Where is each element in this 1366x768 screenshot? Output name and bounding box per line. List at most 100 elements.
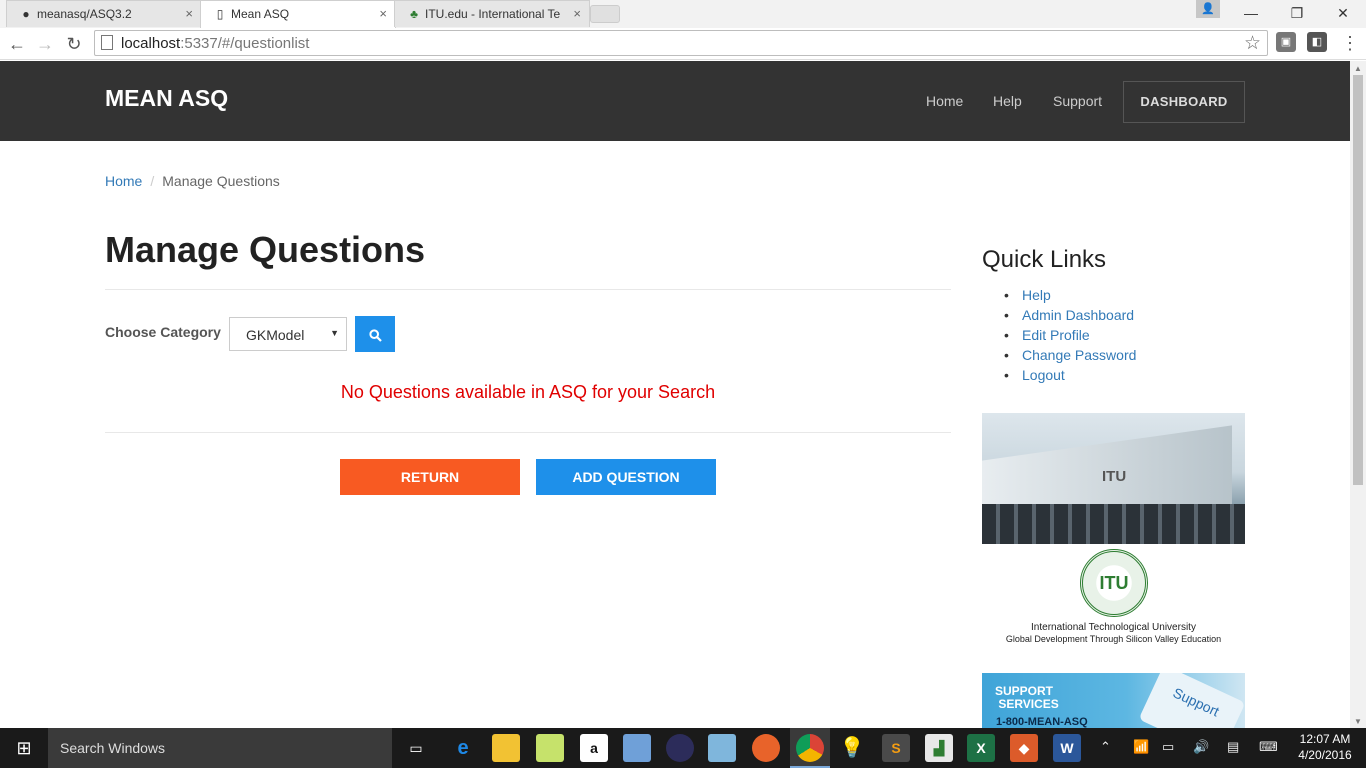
quick-links-title: Quick Links — [982, 246, 1107, 273]
return-button[interactable]: RETURN — [340, 459, 520, 495]
forward-arrow-icon[interactable]: → — [34, 33, 56, 55]
dashboard-button[interactable]: DASHBOARD — [1123, 81, 1245, 123]
support-title: SUPPORT SERVICES — [995, 684, 1059, 711]
extension-icon[interactable]: ▣ — [1276, 32, 1296, 52]
page-icon — [101, 35, 113, 50]
windows-start-icon[interactable]: ⊞ — [0, 728, 48, 768]
edge-browser-icon[interactable]: e — [449, 734, 477, 762]
caret-down-icon: ▼ — [330, 328, 339, 338]
taskbar-clock[interactable]: 12:07 AM 4/20/2016 — [1290, 731, 1360, 763]
tab-title: meanasq/ASQ3.2 — [37, 7, 132, 21]
nav-link-help[interactable]: Help — [993, 93, 1022, 109]
show-hidden-icons-chevron-icon[interactable]: ⌃ — [1100, 739, 1111, 755]
breadcrumb-current: Manage Questions — [162, 173, 280, 189]
keyboard-icon[interactable]: ⌨ — [1259, 739, 1278, 755]
category-label: Choose Category — [105, 324, 221, 340]
divider — [105, 289, 951, 290]
scrollbar-thumb[interactable] — [1353, 75, 1363, 485]
support-key-image: Support — [1138, 673, 1245, 728]
tab-close-icon[interactable]: × — [379, 6, 387, 21]
category-selected-value: GKModel — [246, 327, 305, 343]
lightbulb-icon[interactable]: 💡 — [838, 734, 866, 762]
breadcrumb-separator: / — [150, 173, 155, 189]
windows-taskbar: ⊞ Search Windows ▭ e a 💡 S ▟ X ◆ W ⌃ 📶 ▭… — [0, 728, 1366, 768]
word-icon[interactable]: W — [1053, 734, 1081, 762]
github-icon: ● — [22, 7, 30, 21]
nav-link-home[interactable]: Home — [926, 93, 963, 109]
notifications-icon[interactable]: ▤ — [1227, 739, 1239, 755]
category-select[interactable]: GKModel ▼ — [229, 317, 347, 351]
tab-close-icon[interactable]: × — [185, 6, 193, 21]
firefox-icon[interactable] — [752, 734, 780, 762]
clock-time: 12:07 AM — [1299, 732, 1351, 746]
breadcrumb: Home / Manage Questions — [105, 173, 280, 189]
browser-tab-strip: ● meanasq/ASQ3.2 × ▯ Mean ASQ × ♣ ITU.ed… — [0, 0, 1366, 28]
notepad-icon[interactable] — [708, 734, 736, 762]
university-name: International Technological University — [1031, 622, 1196, 633]
building-windows — [982, 504, 1245, 544]
tab-meanasq-github[interactable]: ● meanasq/ASQ3.2 × — [6, 0, 202, 27]
bookmark-star-icon[interactable]: ☆ — [1244, 32, 1261, 55]
sublime-text-icon[interactable]: S — [882, 734, 910, 762]
support-phone: 1-800-MEAN-ASQ — [996, 716, 1088, 728]
nav-link-support[interactable]: Support — [1053, 93, 1102, 109]
quick-links-list: Help Admin Dashboard Edit Profile Change… — [1004, 285, 1136, 385]
volume-icon[interactable]: 🔊 — [1193, 739, 1209, 755]
maps-app-icon[interactable] — [536, 734, 564, 762]
tab-close-icon[interactable]: × — [573, 6, 581, 21]
quick-link-change-password[interactable]: Change Password — [1004, 345, 1136, 365]
excel-icon[interactable]: X — [967, 734, 995, 762]
quick-link-edit-profile[interactable]: Edit Profile — [1004, 325, 1136, 345]
reload-icon[interactable]: ↻ — [63, 33, 85, 55]
chrome-icon[interactable] — [796, 734, 824, 762]
brand-logo[interactable]: MEAN ASQ — [105, 85, 228, 112]
quick-link-admin-dashboard[interactable]: Admin Dashboard — [1004, 305, 1136, 325]
divider — [105, 432, 951, 433]
paint-icon[interactable] — [623, 734, 651, 762]
address-bar[interactable]: localhost:5337/#/questionlist ☆ — [94, 30, 1268, 56]
page-content: Home / Manage Questions Manage Questions C… — [0, 141, 1350, 728]
building-sign: ITU — [1102, 468, 1127, 485]
no-questions-message: No Questions available in ASQ for your S… — [340, 382, 716, 402]
itu-logo: ITU International Technological Universi… — [982, 544, 1245, 656]
url-text: localhost:5337/#/questionlist — [121, 35, 310, 52]
chrome-menu-icon[interactable]: ⋮ — [1340, 32, 1360, 54]
quick-link-logout[interactable]: Logout — [1004, 365, 1136, 385]
itu-favicon-icon: ♣ — [410, 7, 418, 21]
tab-title: Mean ASQ — [231, 7, 290, 21]
extension-icon[interactable]: ◧ — [1307, 32, 1327, 52]
wifi-icon[interactable]: 📶 — [1133, 739, 1149, 755]
itu-building-photo: ITU — [982, 413, 1245, 544]
taskbar-search-box[interactable]: Search Windows — [48, 728, 392, 768]
battery-icon[interactable]: ▭ — [1162, 739, 1174, 755]
tab-mean-asq[interactable]: ▯ Mean ASQ × — [200, 0, 396, 28]
user-profile-icon[interactable]: 👤 — [1196, 0, 1220, 18]
restore-icon[interactable]: ❐ — [1274, 0, 1320, 26]
itu-seal-icon: ITU — [1080, 549, 1148, 617]
back-arrow-icon[interactable]: ← — [6, 33, 28, 55]
page-scrollbar[interactable]: ▲ ▼ — [1350, 61, 1366, 728]
chart-app-icon[interactable]: ▟ — [925, 734, 953, 762]
close-window-icon[interactable]: ✕ — [1320, 0, 1366, 26]
git-icon[interactable]: ◆ — [1010, 734, 1038, 762]
tab-title: ITU.edu - International Te — [425, 7, 561, 21]
tab-itu-edu[interactable]: ♣ ITU.edu - International Te × — [394, 0, 590, 27]
browser-toolbar: ← → ↻ localhost:5337/#/questionlist ☆ ▣ … — [0, 28, 1366, 60]
scroll-down-arrow-icon[interactable]: ▼ — [1354, 717, 1362, 726]
breadcrumb-home-link[interactable]: Home — [105, 173, 142, 189]
amazon-icon[interactable]: a — [580, 734, 608, 762]
minimize-icon[interactable]: — — [1228, 0, 1274, 26]
page-icon: ▯ — [216, 7, 224, 21]
eclipse-icon[interactable] — [666, 734, 694, 762]
file-explorer-icon[interactable] — [492, 734, 520, 762]
app-navbar: MEAN ASQ Home Help Support DASHBOARD — [0, 61, 1350, 141]
task-view-icon[interactable]: ▭ — [402, 734, 430, 762]
search-button[interactable] — [355, 316, 395, 352]
add-question-button[interactable]: ADD QUESTION — [536, 459, 716, 495]
scroll-up-arrow-icon[interactable]: ▲ — [1354, 64, 1362, 73]
clock-date: 4/20/2016 — [1298, 748, 1352, 762]
page-title: Manage Questions — [105, 229, 426, 270]
quick-link-help[interactable]: Help — [1004, 285, 1136, 305]
support-services-banner[interactable]: Support SUPPORT SERVICES 1-800-MEAN-ASQ — [982, 673, 1245, 728]
new-tab-button[interactable] — [590, 5, 620, 23]
